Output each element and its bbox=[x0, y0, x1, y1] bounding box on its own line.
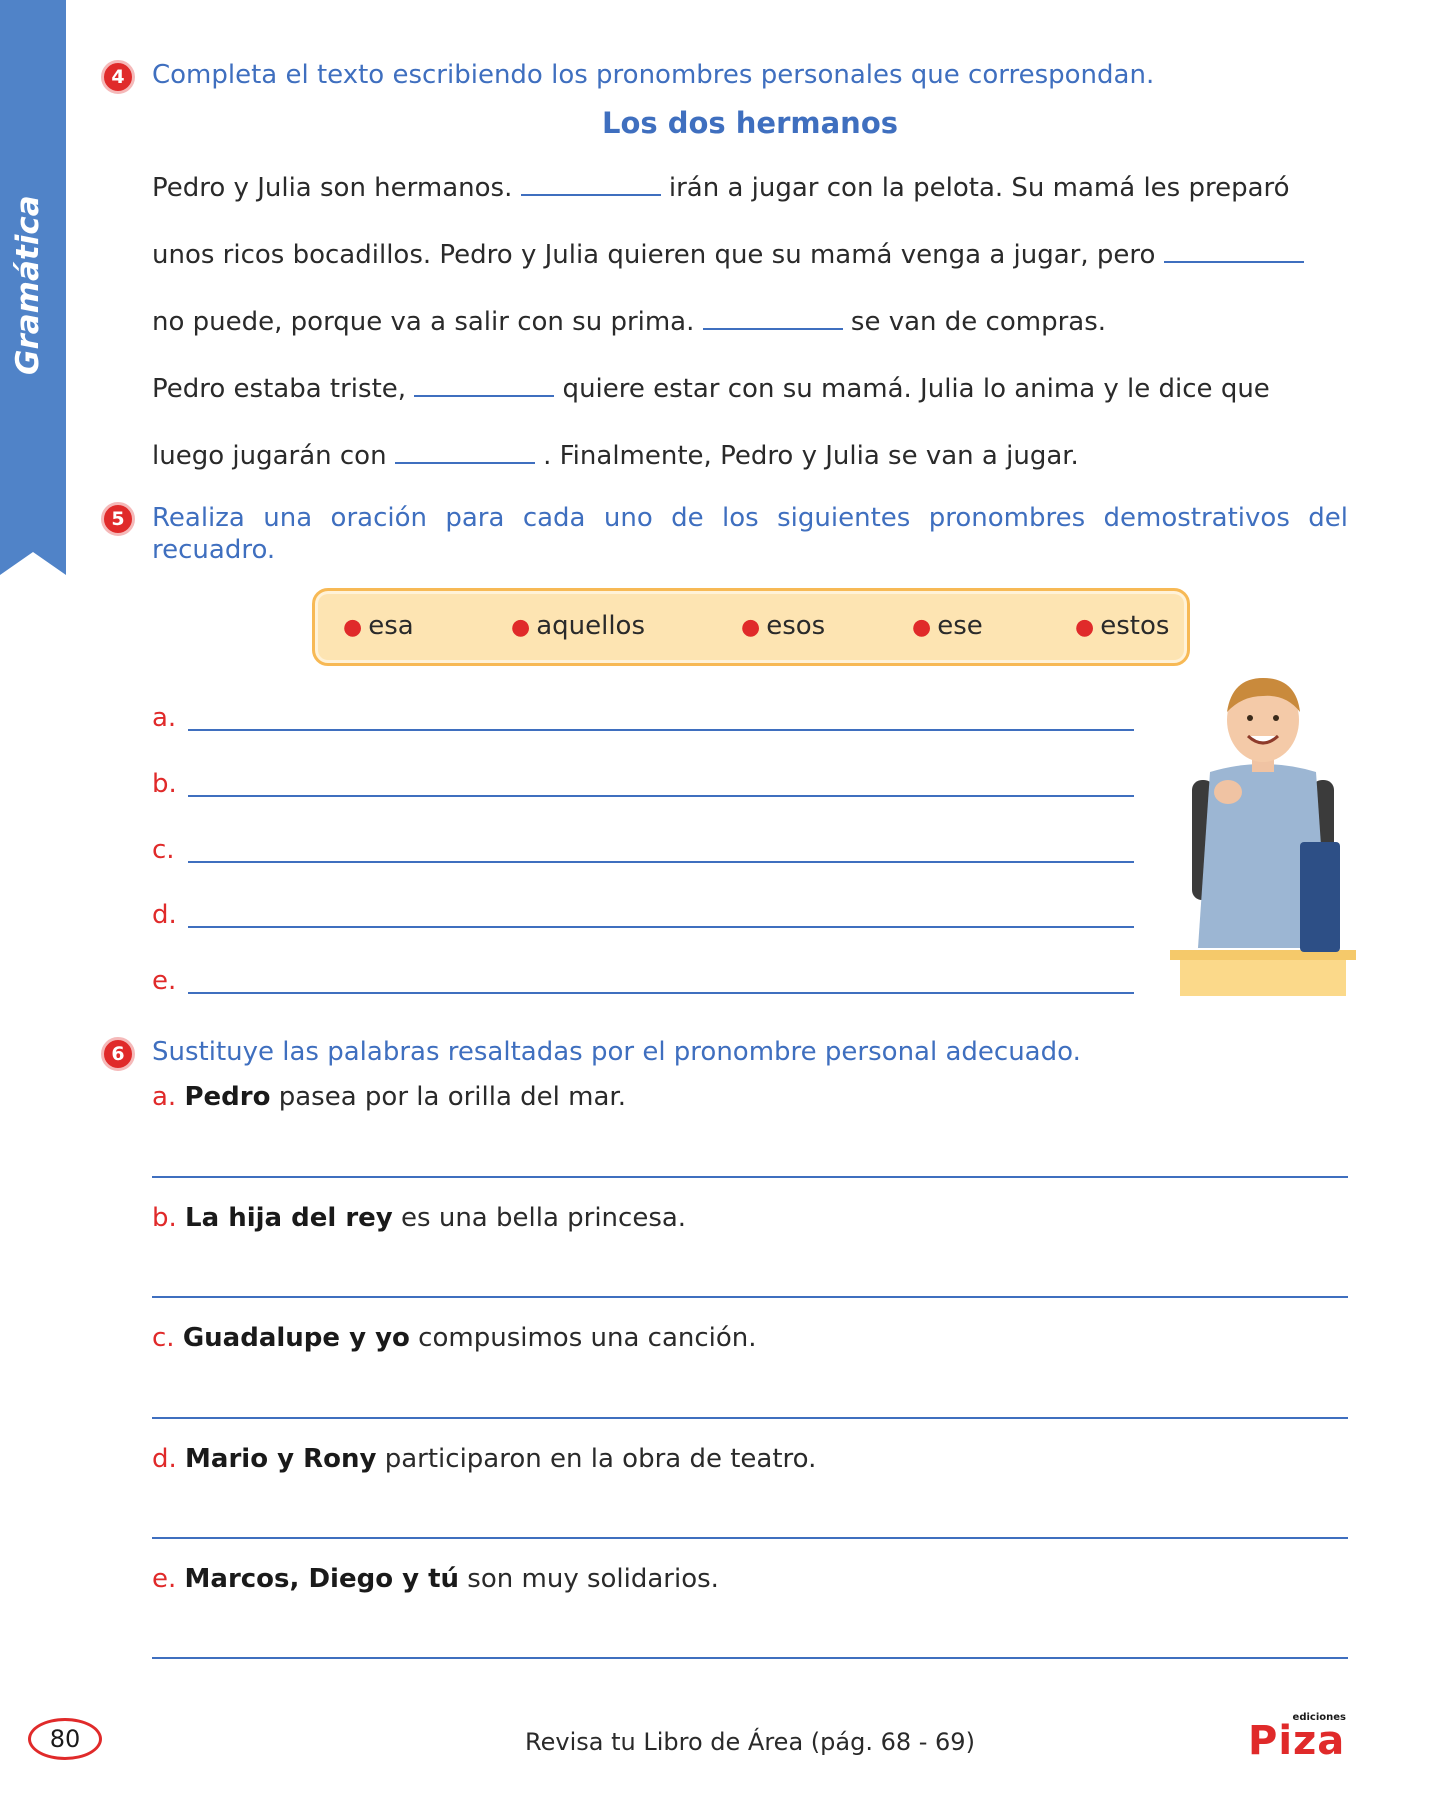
exercise-4-instruction: Completa el texto escribiendo los pronom… bbox=[152, 60, 1155, 90]
item-letter: b. bbox=[152, 769, 177, 799]
story-text: irán a jugar con la pelota. Su mamá les … bbox=[660, 173, 1290, 203]
fill-blank[interactable] bbox=[414, 373, 555, 397]
answer-line[interactable] bbox=[152, 1176, 1348, 1178]
schoolboy-illustration bbox=[1170, 678, 1356, 996]
logo-wordmark: Piza bbox=[1248, 1718, 1346, 1764]
story-text: quiere estar con su mamá. Julia lo anima… bbox=[554, 374, 1270, 404]
sentence-text: participaron en la obra de teatro. bbox=[376, 1444, 817, 1474]
sentence-text: pasea por la orilla del mar. bbox=[270, 1082, 626, 1112]
highlighted-words: Guadalupe y yo bbox=[182, 1323, 410, 1353]
book-reference: Revisa tu Libro de Área (pág. 68 - 69) bbox=[525, 1728, 975, 1756]
bullet-icon: ● bbox=[1075, 615, 1095, 640]
pronoun-word: ● esos bbox=[741, 611, 826, 641]
answer-line[interactable] bbox=[188, 729, 1134, 731]
pronoun-word: ● estos bbox=[1075, 611, 1170, 641]
bullet-icon: ● bbox=[912, 615, 932, 640]
sentence-text: es una bella princesa. bbox=[392, 1203, 687, 1233]
item-letter: d. bbox=[152, 1444, 177, 1474]
pronoun-word: ● esa bbox=[343, 611, 414, 641]
fill-blank[interactable] bbox=[520, 172, 661, 196]
answer-line[interactable] bbox=[152, 1417, 1348, 1419]
item-letter: e. bbox=[152, 1564, 177, 1594]
bullet-icon: ● bbox=[511, 615, 531, 640]
exercise-6-instruction: Sustituye las palabras resaltadas por el… bbox=[152, 1037, 1081, 1067]
fill-blank[interactable] bbox=[1163, 239, 1304, 263]
answer-line[interactable] bbox=[152, 1657, 1348, 1659]
exercise-number-badge: 6 bbox=[101, 1037, 135, 1071]
highlighted-words: Pedro bbox=[184, 1082, 271, 1112]
story-text: unos ricos bocadillos. Pedro y Julia qui… bbox=[152, 240, 1164, 270]
story-title: Los dos hermanos bbox=[601, 106, 899, 140]
story-text: no puede, porque va a salir con su prima… bbox=[152, 307, 703, 337]
pronoun-word: ● aquellos bbox=[511, 611, 646, 641]
item-letter: b. bbox=[152, 1203, 177, 1233]
story-line: Pedro estaba triste, quiere estar con su… bbox=[152, 373, 1270, 404]
story-line: Pedro y Julia son hermanos. irán a jugar… bbox=[152, 172, 1290, 203]
story-text: luego jugarán con bbox=[152, 441, 395, 471]
bullet-icon: ● bbox=[343, 615, 363, 640]
exercise-5-instruction: Realiza una oración para cada uno de los… bbox=[152, 503, 1348, 565]
item-letter: d. bbox=[152, 900, 177, 930]
section-label: Gramática bbox=[10, 195, 46, 375]
story-line: luego jugarán con . Finalmente, Pedro y … bbox=[152, 440, 1079, 471]
exercise-number-badge: 5 bbox=[101, 502, 135, 536]
pronoun-word-box: ● esa ● aquellos ● esos ● ese ● estos bbox=[312, 588, 1190, 666]
sentence-item: c. Guadalupe y yo compusimos una canción… bbox=[152, 1323, 757, 1353]
story-text: . Finalmente, Pedro y Julia se van a jug… bbox=[534, 441, 1079, 471]
bullet-icon: ● bbox=[741, 615, 761, 640]
story-text: Pedro y Julia son hermanos. bbox=[152, 173, 521, 203]
item-letter: a. bbox=[152, 703, 177, 733]
sentence-item: e. Marcos, Diego y tú son muy solidarios… bbox=[152, 1564, 719, 1594]
sentence-item: d. Mario y Rony participaron en la obra … bbox=[152, 1444, 816, 1474]
answer-line[interactable] bbox=[152, 1296, 1348, 1298]
story-text: Pedro estaba triste, bbox=[152, 374, 415, 404]
item-letter: e. bbox=[152, 966, 177, 996]
fill-blank[interactable] bbox=[394, 440, 535, 464]
exercise-number-badge: 4 bbox=[101, 60, 135, 94]
pronoun-word: ● ese bbox=[912, 611, 983, 641]
answer-line[interactable] bbox=[188, 926, 1134, 928]
story-line: unos ricos bocadillos. Pedro y Julia qui… bbox=[152, 239, 1304, 270]
highlighted-words: Mario y Rony bbox=[185, 1444, 377, 1474]
sentence-item: b. La hija del rey es una bella princesa… bbox=[152, 1203, 686, 1233]
publisher-logo: ediciones Piza bbox=[1248, 1712, 1352, 1764]
item-letter: a. bbox=[152, 1082, 177, 1112]
item-letter: c. bbox=[152, 835, 175, 865]
answer-line[interactable] bbox=[152, 1537, 1348, 1539]
answer-line[interactable] bbox=[188, 861, 1134, 863]
fill-blank[interactable] bbox=[702, 306, 843, 330]
answer-line[interactable] bbox=[188, 992, 1134, 994]
item-letter: c. bbox=[152, 1323, 175, 1353]
highlighted-words: La hija del rey bbox=[185, 1203, 393, 1233]
sentence-text: compusimos una canción. bbox=[409, 1323, 757, 1353]
highlighted-words: Marcos, Diego y tú bbox=[184, 1564, 460, 1594]
story-text: se van de compras. bbox=[842, 307, 1107, 337]
story-line: no puede, porque va a salir con su prima… bbox=[152, 306, 1106, 337]
sentence-item: a. Pedro pasea por la orilla del mar. bbox=[152, 1082, 626, 1112]
answer-line[interactable] bbox=[188, 795, 1134, 797]
sentence-text: son muy solidarios. bbox=[459, 1564, 719, 1594]
